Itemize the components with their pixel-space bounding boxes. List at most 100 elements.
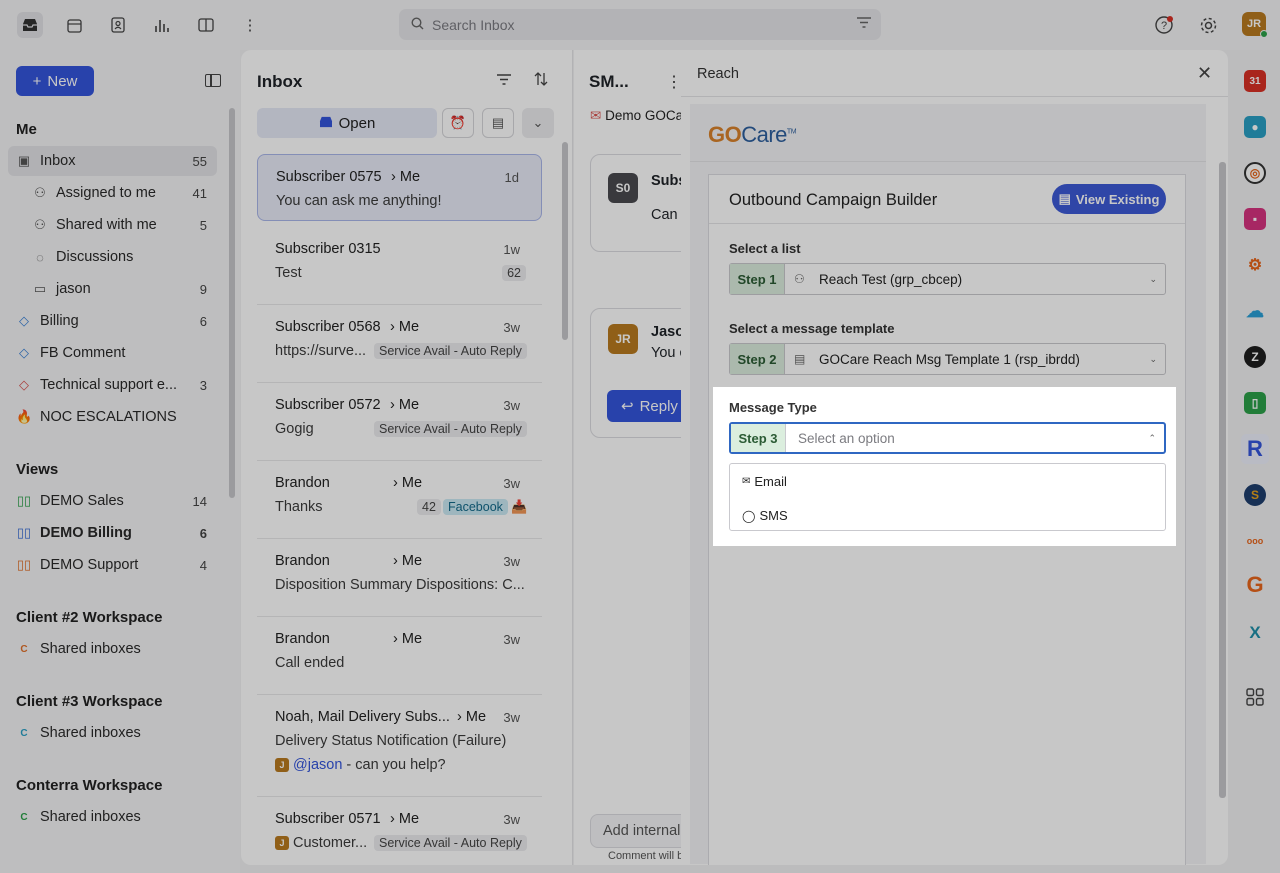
apps-grid-icon[interactable]	[1244, 686, 1266, 708]
sidebar-view-demo-sales[interactable]: ▯▯ DEMO Sales 14	[8, 486, 217, 516]
sidebar-item-fb-comment[interactable]: ◇ FB Comment	[8, 338, 217, 368]
sidebar-item-label: jason	[56, 281, 91, 297]
calendar-app-icon[interactable]: 31	[1244, 70, 1266, 92]
message-recipient: › Me	[457, 709, 487, 725]
x-app-icon[interactable]: X	[1244, 622, 1266, 644]
more-filters-button[interactable]: ⌄	[522, 108, 554, 138]
more-icon[interactable]: ⋮	[666, 72, 681, 92]
logo-tm: TM	[786, 128, 797, 136]
search-input[interactable]: Search Inbox	[432, 17, 515, 33]
open-filter-button[interactable]: Open	[257, 108, 437, 138]
filter-icon[interactable]	[497, 72, 511, 89]
workspace-shared-inboxes[interactable]: C Shared inboxes	[8, 634, 217, 664]
message-row[interactable]: Subscriber 0568 › Me 3w https://surve...…	[257, 305, 542, 383]
recipient-label: Me	[398, 397, 420, 413]
sidebar-item-discussions[interactable]: ◌ Discussions	[8, 242, 217, 272]
sidebar-item-count: 5	[199, 217, 207, 233]
inbox-scrollbar[interactable]	[562, 142, 568, 340]
message-recipient: › Me	[393, 553, 423, 569]
sidebar-item-jason[interactable]: ▭ jason 9	[8, 274, 217, 304]
envelope-icon: ✉	[742, 476, 751, 487]
workspace-shared-inboxes[interactable]: C Shared inboxes	[8, 802, 217, 832]
sidebar-scrollbar[interactable]	[229, 108, 235, 498]
message-time: 3w	[503, 632, 520, 647]
close-icon[interactable]: ✕	[1197, 63, 1212, 84]
open-label: Open	[338, 114, 376, 132]
workspace-title: Client #3 Workspace	[16, 693, 163, 710]
reach-scrollbar[interactable]	[1219, 162, 1226, 798]
user-avatar[interactable]: JR	[1242, 12, 1268, 38]
calendar-icon[interactable]	[61, 12, 87, 38]
collapse-sidebar-icon[interactable]	[205, 74, 221, 87]
new-button[interactable]: + New	[16, 66, 94, 96]
option-email[interactable]: ✉ Email	[742, 474, 787, 489]
filter-icon[interactable]	[857, 16, 871, 31]
message-row[interactable]: Brandon › Me 3w Call ended	[257, 617, 542, 695]
sidebar-item-inbox[interactable]: ▣ Inbox 55	[8, 146, 217, 176]
calendar-pink-app-icon[interactable]: ▪	[1244, 208, 1266, 230]
message-row[interactable]: Subscriber 0571 › Me 3w J Customer... Ser…	[257, 797, 542, 865]
sort-icon[interactable]	[534, 72, 548, 90]
sidebar-item-noc-escalations[interactable]: 🔥 NOC ESCALATIONS	[8, 402, 217, 432]
message-row[interactable]: Noah, Mail Delivery Subs... › Me 3w Deli…	[257, 695, 542, 797]
mention-link[interactable]: @jason	[293, 757, 342, 773]
reply-button[interactable]: ↩ Reply	[607, 390, 681, 422]
message-preview: Call ended	[275, 655, 345, 671]
sidebar-item-billing[interactable]: ◇ Billing 6	[8, 306, 217, 336]
message-type-select[interactable]: Step 3 Select an option ⌃	[729, 422, 1166, 454]
dots-app-icon[interactable]: ooo	[1244, 530, 1266, 552]
sidebar-item-shared[interactable]: ⚇ Shared with me 5	[8, 210, 217, 240]
s-app-icon[interactable]: S	[1244, 484, 1266, 506]
message-row[interactable]: Subscriber 0315 1w Test 62	[257, 227, 542, 305]
template-select[interactable]: Step 2 ▤ GOCare Reach Msg Template 1 (rs…	[729, 343, 1166, 375]
contacts-app-icon[interactable]: ●	[1244, 116, 1266, 138]
online-status-dot	[1260, 30, 1268, 38]
hubspot-app-icon[interactable]: ⚙	[1244, 254, 1266, 276]
divider	[681, 96, 1228, 97]
sheets-app-icon[interactable]: ▯	[1244, 392, 1266, 414]
recipient-label: Me	[465, 709, 487, 725]
message-preview-line: J Customer...	[275, 835, 367, 851]
workspace-icon: C	[20, 727, 28, 739]
analytics-icon[interactable]	[149, 12, 175, 38]
sidebar-view-demo-billing[interactable]: ▯▯ DEMO Billing 6	[8, 518, 217, 548]
view-existing-button[interactable]: ▤ View Existing	[1052, 184, 1166, 214]
message-row[interactable]: Subscriber 0575 › Me 1d You can ask me a…	[257, 154, 542, 221]
settings-icon[interactable]	[1195, 12, 1221, 38]
snoozed-button[interactable]: ⏰	[442, 108, 474, 138]
template-value: GOCare Reach Msg Template 1 (rsp_ibrdd)	[819, 351, 1080, 367]
message-sender: Brandon	[275, 553, 330, 569]
contacts-icon[interactable]	[105, 12, 131, 38]
help-icon[interactable]: ?	[1151, 12, 1177, 38]
sidebar-view-demo-support[interactable]: ▯▯ DEMO Support 4	[8, 550, 217, 580]
alarm-clock-icon: ⏰	[449, 115, 467, 130]
archived-button[interactable]: ▤	[482, 108, 514, 138]
internal-comment-input[interactable]: Add internal	[590, 814, 681, 848]
more-icon[interactable]: ⋮	[237, 12, 263, 38]
sidebar-item-label: Inbox	[40, 153, 76, 169]
message-row[interactable]: Brandon › Me 3w Thanks 42 Facebook 📥	[257, 461, 542, 539]
message-row[interactable]: Brandon › Me 3w Disposition Summary Disp…	[257, 539, 542, 617]
search-bar[interactable]: Search Inbox	[399, 9, 881, 40]
recipient-label: Me	[398, 811, 420, 827]
sidebar-item-label: FB Comment	[40, 345, 126, 361]
cloud-app-icon[interactable]: ☁	[1244, 300, 1266, 322]
message-time: 3w	[503, 320, 520, 335]
g-app-icon[interactable]: G	[1244, 572, 1266, 597]
sidebar-item-technical-support[interactable]: ◇ Technical support e... 3	[8, 370, 217, 400]
workspace-shared-inboxes[interactable]: C Shared inboxes	[8, 718, 217, 748]
inbox-title: Inbox	[257, 72, 303, 91]
sidebar-item-assigned[interactable]: ⚇ Assigned to me 41	[8, 178, 217, 208]
message-preview: Test	[275, 265, 302, 281]
message-row[interactable]: Subscriber 0572 › Me 3w Gogig Service Av…	[257, 383, 542, 461]
sidebar-item-count: 55	[192, 153, 207, 169]
message-count-badge: 42	[417, 499, 441, 515]
split-view-icon[interactable]	[193, 12, 219, 38]
target-app-icon[interactable]: ◎	[1244, 162, 1266, 184]
inbox-icon[interactable]	[17, 12, 43, 38]
option-sms[interactable]: ◯ SMS	[742, 508, 788, 523]
zendesk-app-icon[interactable]: Z	[1244, 346, 1266, 368]
gocare-logo: GOCareTM	[708, 122, 797, 148]
list-select[interactable]: Step 1 ⚇ Reach Test (grp_cbcep) ⌄	[729, 263, 1166, 295]
reach-app-icon[interactable]: R	[1241, 434, 1269, 464]
